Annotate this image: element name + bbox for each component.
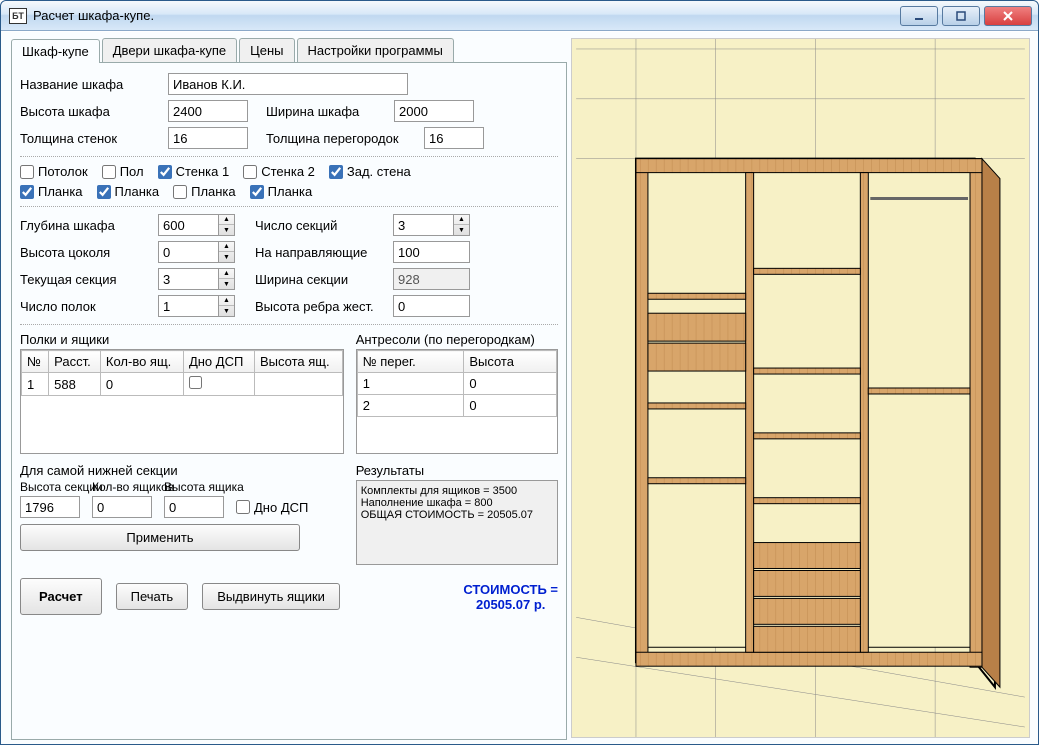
app-icon: БТ: [9, 8, 27, 24]
pullout-button[interactable]: Выдвинуть ящики: [202, 583, 340, 610]
label-depth: Глубина шкафа: [20, 218, 150, 233]
label-width: Ширина шкафа: [266, 104, 386, 119]
input-width[interactable]: [394, 100, 474, 122]
tab-wardrobe[interactable]: Шкаф-купе: [11, 39, 100, 63]
check-plank4[interactable]: Планка: [250, 184, 313, 199]
input-height[interactable]: [168, 100, 248, 122]
input-bottom-count[interactable]: [92, 496, 152, 518]
label-sec-width: Ширина секции: [255, 272, 385, 287]
input-wall-thick[interactable]: [168, 127, 248, 149]
label-wall-thick: Толщина стенок: [20, 131, 160, 146]
input-sec-width: [393, 268, 470, 290]
check-wall2[interactable]: Стенка 2: [243, 164, 315, 179]
grid-shelves[interactable]: № Расст. Кол-во ящ. Дно ДСП Высота ящ. 1…: [20, 349, 344, 454]
titlebar: БТ Расчет шкафа-купе.: [1, 1, 1038, 31]
minimize-button[interactable]: [900, 6, 938, 26]
label-name: Название шкафа: [20, 77, 160, 92]
check-plank2[interactable]: Планка: [97, 184, 160, 199]
tab-doors[interactable]: Двери шкафа-купе: [102, 38, 237, 62]
check-bottom-dsp[interactable]: Дно ДСП: [236, 500, 308, 515]
preview-3d[interactable]: [571, 38, 1030, 738]
check-floor[interactable]: Пол: [102, 164, 144, 179]
apply-button[interactable]: Применить: [20, 524, 300, 551]
input-name[interactable]: [168, 73, 408, 95]
label-cur-section: Текущая секция: [20, 272, 150, 287]
label-plinth: Высота цоколя: [20, 245, 150, 260]
table-row: 10: [357, 373, 556, 395]
check-ceiling[interactable]: Потолок: [20, 164, 88, 179]
spin-cur-section[interactable]: ▲▼: [158, 268, 235, 290]
tab-prices[interactable]: Цены: [239, 38, 294, 62]
label-rail: На направляющие: [255, 245, 385, 260]
input-rib[interactable]: [393, 295, 470, 317]
label-rib: Высота ребра жест.: [255, 299, 385, 314]
check-back[interactable]: Зад. стена: [329, 164, 411, 179]
check-wall1[interactable]: Стенка 1: [158, 164, 230, 179]
input-bottom-boxheight[interactable]: [164, 496, 224, 518]
check-plank1[interactable]: Планка: [20, 184, 83, 199]
price-label: СТОИМОСТЬ = 20505.07 р.: [463, 582, 558, 612]
spin-plinth[interactable]: ▲▼: [158, 241, 235, 263]
print-button[interactable]: Печать: [116, 583, 189, 610]
table-row: 20: [357, 395, 556, 417]
label-height: Высота шкафа: [20, 104, 160, 119]
maximize-button[interactable]: [942, 6, 980, 26]
tab-settings[interactable]: Настройки программы: [297, 38, 454, 62]
tab-bar: Шкаф-купе Двери шкафа-купе Цены Настройк…: [11, 38, 567, 63]
results-box[interactable]: Комплекты для ящиков = 3500 Наполнение ш…: [356, 480, 558, 565]
close-button[interactable]: [984, 6, 1032, 26]
calc-button[interactable]: Расчет: [20, 578, 102, 615]
title-mezz-grid: Антресоли (по перегородкам): [356, 332, 558, 347]
chevron-down-icon: ▼: [219, 225, 234, 235]
check-plank3[interactable]: Планка: [173, 184, 236, 199]
table-row: 1 588 0: [22, 373, 343, 396]
label-sections: Число секций: [255, 218, 385, 233]
chevron-up-icon: ▲: [219, 215, 234, 225]
title-shelves-grid: Полки и ящики: [20, 332, 344, 347]
input-bottom-height[interactable]: [20, 496, 80, 518]
title-bottom-section: Для самой нижней секции: [20, 463, 344, 478]
spin-sections[interactable]: ▲▼: [393, 214, 470, 236]
input-rail[interactable]: [393, 241, 470, 263]
spin-shelves[interactable]: ▲▼: [158, 295, 235, 317]
check-dsp-row[interactable]: [189, 376, 202, 389]
label-shelves: Число полок: [20, 299, 150, 314]
input-part-thick[interactable]: [424, 127, 484, 149]
label-part-thick: Толщина перегородок: [266, 131, 416, 146]
title-results: Результаты: [356, 463, 558, 478]
window-title: Расчет шкафа-купе.: [33, 8, 900, 23]
spin-depth[interactable]: ▲▼: [158, 214, 235, 236]
grid-mezz[interactable]: № перег. Высота 10 20: [356, 349, 558, 454]
